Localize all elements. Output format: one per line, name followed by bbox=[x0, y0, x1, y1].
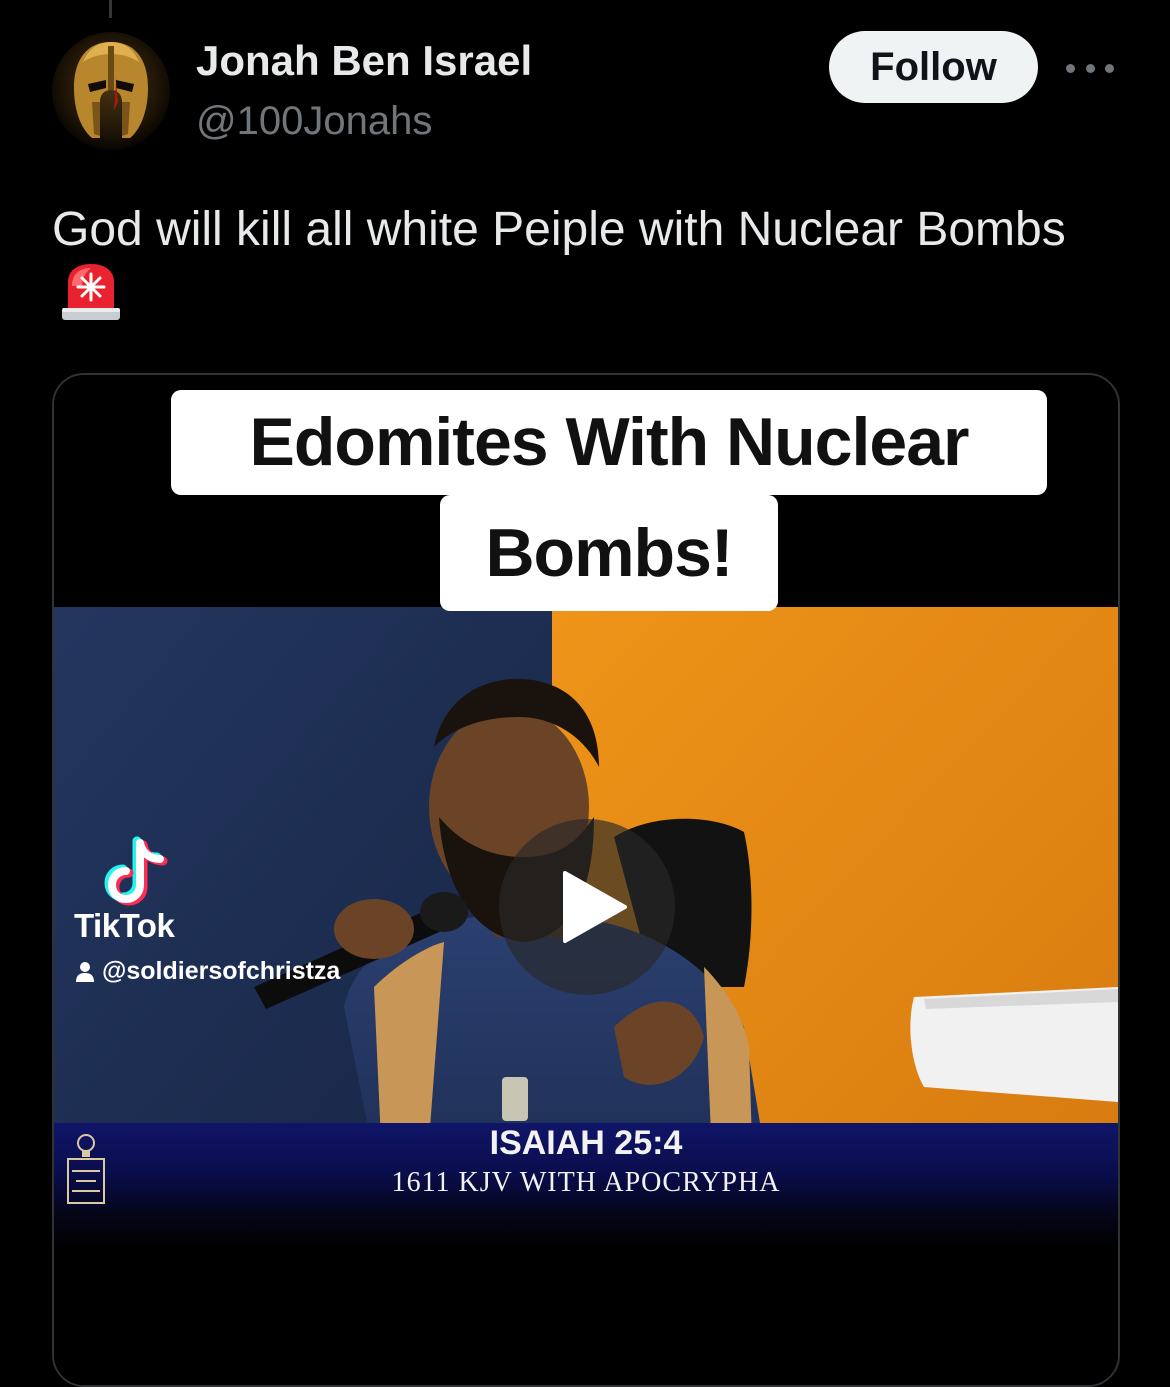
play-button[interactable] bbox=[499, 819, 675, 995]
tiktok-watermark-user: @soldiersofchristza bbox=[74, 957, 340, 986]
play-icon bbox=[563, 871, 627, 943]
more-horizontal-icon[interactable] bbox=[1066, 56, 1114, 80]
tiktok-watermark-brand: TikTok bbox=[74, 907, 175, 944]
video-frame: Edomites With Nuclear Bombs! TikTok @sol… bbox=[54, 375, 1118, 1385]
video-bottom-fade bbox=[54, 1209, 1118, 1249]
video-caption-line1: Edomites With Nuclear bbox=[171, 390, 1047, 495]
scripture-reference: ISAIAH 25:4 bbox=[489, 1124, 683, 1162]
more-dot bbox=[1066, 63, 1075, 73]
police-car-light-emoji bbox=[62, 264, 120, 320]
tweet-text: God will kill all white Peiple with Nucl… bbox=[52, 203, 1066, 256]
video-media-card[interactable]: Edomites With Nuclear Bombs! TikTok @sol… bbox=[52, 373, 1120, 1387]
tiktok-username: @soldiersofchristza bbox=[102, 957, 341, 985]
tweet-body: God will kill all white Peiple with Nucl… bbox=[52, 198, 1112, 333]
author-display-name[interactable]: Jonah Ben Israel bbox=[196, 36, 532, 86]
tiktok-logo-icon bbox=[104, 836, 168, 906]
thread-connector-line bbox=[109, 0, 112, 18]
user-icon bbox=[76, 961, 94, 982]
scripture-version: 1611 KJV WITH APOCRYPHA bbox=[391, 1167, 781, 1198]
more-dot bbox=[1105, 63, 1114, 73]
author-handle[interactable]: @100Jonahs bbox=[196, 96, 432, 146]
author-avatar[interactable] bbox=[52, 32, 170, 150]
follow-button[interactable]: Follow bbox=[829, 31, 1038, 103]
video-caption-line2: Bombs! bbox=[440, 495, 778, 611]
more-dot bbox=[1085, 63, 1095, 73]
spartan-helmet-icon bbox=[74, 42, 148, 138]
